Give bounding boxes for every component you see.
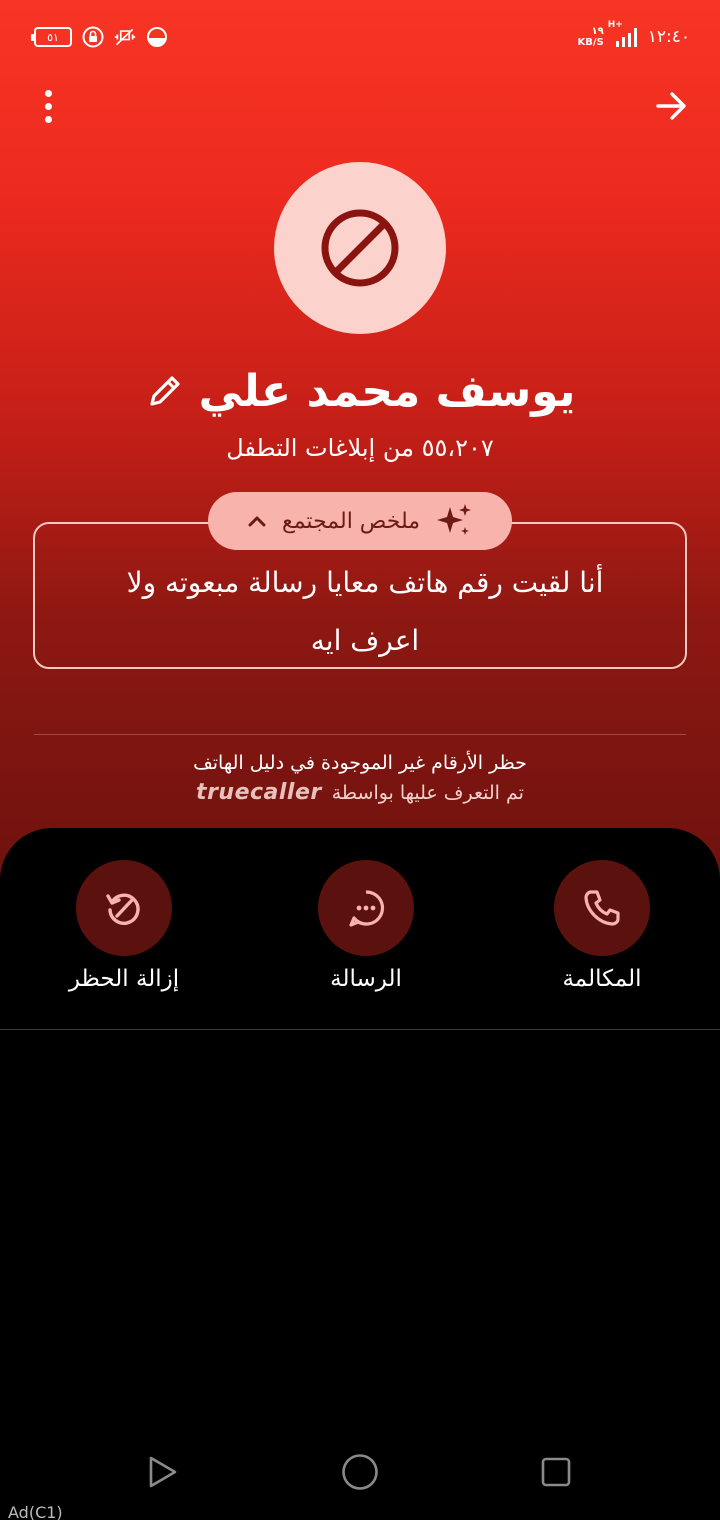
battery-icon: ٥١ (31, 27, 72, 47)
network-speed-value: ١٩ (591, 26, 604, 37)
signal-icon: H+ (608, 20, 640, 48)
battery-level: ٥١ (47, 30, 59, 44)
home-nav-button[interactable] (340, 1452, 380, 1492)
lock-icon (82, 26, 104, 48)
network-speed-unit: KB/S (577, 37, 604, 48)
block-icon (321, 209, 399, 287)
sparkle-icon (434, 501, 474, 541)
message-icon-circle (318, 860, 414, 956)
close-button[interactable] (650, 84, 694, 128)
divider (0, 1029, 720, 1030)
divider (34, 734, 686, 735)
truecaller-logo: truecaller (196, 780, 322, 805)
phone-icon (584, 890, 620, 926)
ad-tag: Ad(C1) (8, 1503, 63, 1520)
unblock-icon (106, 893, 140, 925)
status-bar: ٥١ ١٩ KB/S H+ ١٢:٤٠ (0, 0, 720, 76)
message-label: الرسالة (330, 966, 402, 992)
clock: ١٢:٤٠ (647, 27, 690, 47)
unblock-icon-circle (76, 860, 172, 956)
community-summary-text: أنا لقيت رقم هاتف معايا رسالة مبعوته ولا… (126, 566, 604, 657)
edit-name-icon[interactable] (145, 371, 185, 411)
top-app-bar (0, 80, 720, 136)
arrow-right-icon (656, 92, 686, 120)
block-info-line: حظر الأرقام غير الموجودة في دليل الهاتف (193, 752, 527, 774)
message-button[interactable]: الرسالة (286, 860, 446, 992)
network-speed: ١٩ KB/S (578, 26, 604, 48)
caller-name-row: يوسف محمد علي (0, 356, 720, 426)
more-options-button[interactable] (30, 84, 66, 128)
chevron-up-icon (246, 510, 268, 532)
more-vert-icon (44, 89, 52, 97)
identified-by-text: تم التعرف عليها بواسطة (331, 781, 524, 804)
call-icon-circle (554, 860, 650, 956)
unblock-label: إزالة الحظر (68, 966, 180, 992)
square-recents-icon (541, 1457, 571, 1487)
system-navigation-bar (0, 1436, 720, 1508)
identified-by-line: truecaller تم التعرف عليها بواسطة (0, 780, 720, 805)
blocked-avatar (274, 162, 446, 334)
back-nav-button[interactable] (142, 1452, 182, 1492)
data-saver-icon (146, 26, 168, 48)
status-icons-left: ٥١ (31, 26, 168, 48)
chat-icon (349, 890, 385, 927)
status-icons-right: ١٩ KB/S H+ ١٢:٤٠ (578, 20, 691, 48)
unblock-button[interactable]: إزالة الحظر (44, 860, 204, 992)
community-summary-toggle[interactable]: ملخص المجتمع (208, 492, 512, 550)
mute-icon (114, 26, 136, 48)
recents-nav-button[interactable] (536, 1452, 576, 1492)
spam-report-count: ٥٥،٢٠٧ من إبلاغات التطفل (226, 434, 494, 462)
call-button[interactable]: المكالمة (522, 860, 682, 992)
community-summary-label: ملخص المجتمع (282, 508, 421, 534)
triangle-back-icon (149, 1456, 177, 1488)
home-circle-icon (342, 1454, 378, 1490)
caller-name: يوسف محمد علي (198, 365, 576, 417)
block-info: حظر الأرقام غير الموجودة في دليل الهاتف … (0, 752, 720, 805)
call-label: المكالمة (562, 966, 642, 992)
